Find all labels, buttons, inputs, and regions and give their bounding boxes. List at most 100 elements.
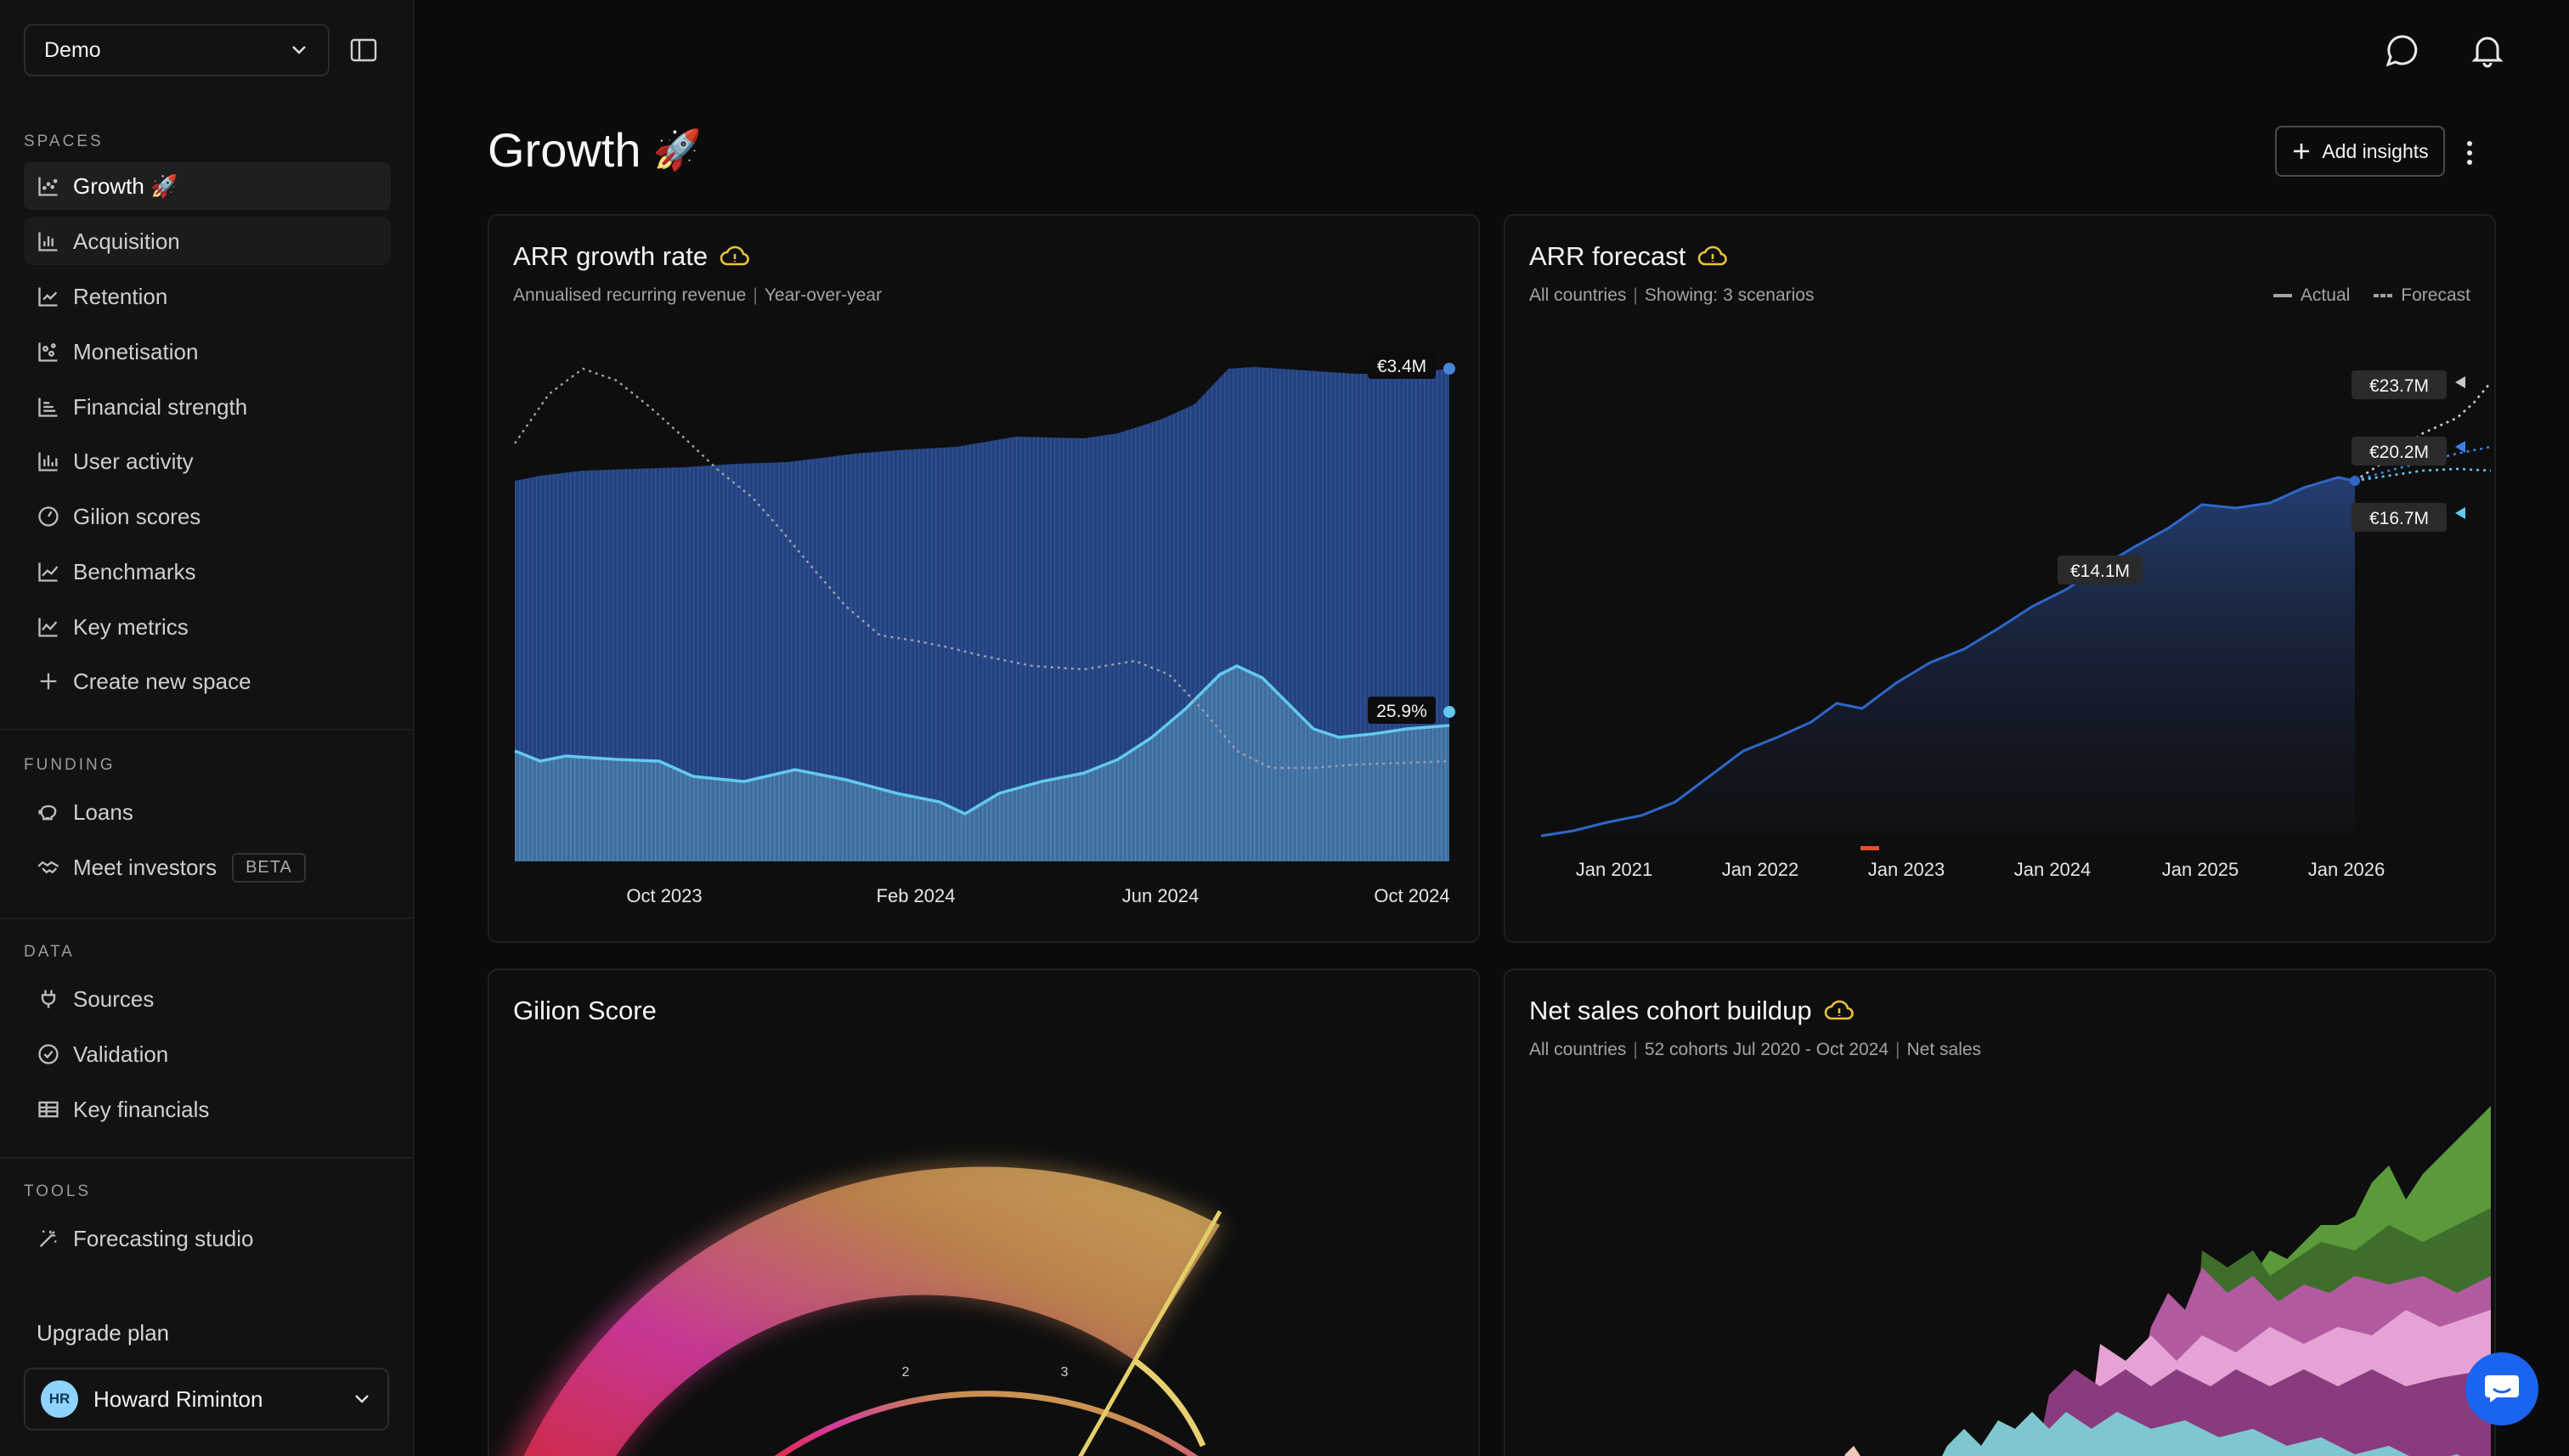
plus-icon [36,669,61,694]
line-chart-icon [36,614,61,640]
sidebar-item-label: Meet investors [73,854,217,880]
x-tick: Jan 2025 [2161,859,2239,880]
upgrade-plan-link[interactable]: Upgrade plan [37,1320,169,1346]
support-chat-button[interactable] [2465,1352,2538,1425]
sidebar-item-key-metrics[interactable]: Key metrics [24,603,391,651]
bell-icon[interactable] [2469,32,2506,70]
bar-value-label: €3.4M [1377,357,1426,376]
sidebar-item-label: Create new space [73,668,251,694]
sidebar-item-label: Growth 🚀 [73,172,178,199]
sidebar-item-label: Sources [73,985,155,1012]
page-title-text: Growth [488,123,641,177]
sidebar-item-benchmarks[interactable]: Benchmarks [24,548,391,595]
x-tick: Jan 2023 [1867,859,1945,880]
x-tick: Oct 2024 [1374,885,1449,906]
gauge-ring-tail [1132,1358,1206,1448]
bar-chart-icon [36,229,61,254]
sidebar-item-label: Retention [73,283,168,309]
line-value-label: 25.9% [1376,702,1427,721]
arr-growth-chart: €3.4M 25.9% Oct 2023 Feb 2024 Jun 2024 O… [514,352,1455,906]
tools-label: TOOLS [24,1182,92,1200]
arr-forecast-chart: €14.1M €23.7M €20.2M €16.7M [1540,370,2492,850]
divider [0,729,413,731]
scenario-marker [2455,441,2465,453]
actual-value-label: €14.1M [2070,562,2130,581]
funding-label: FUNDING [24,756,116,774]
trend-line-icon [36,284,61,309]
chat-icon[interactable] [2384,32,2421,70]
sidebar-item-label: Key financials [73,1096,210,1122]
scenario-marker [2455,507,2465,519]
x-tick: Jan 2022 [1721,859,1799,880]
divider [0,917,413,919]
workspace-select[interactable]: Demo [24,24,330,76]
handshake-icon [36,855,61,880]
sidebar-item-acquisition[interactable]: Acquisition [24,217,391,265]
create-space-button[interactable]: Create new space [24,657,391,705]
data-label: DATA [24,943,75,961]
avatar: HR [41,1380,78,1418]
cohort-card[interactable]: Net sales cohort buildup All countries | 5… [1504,968,2496,1456]
gauge-icon [36,504,61,529]
gilion-score-gauge: 2 3 [507,1165,1222,1456]
page-title: Growth 🚀 [488,122,702,178]
chat-bubble-icon [2485,1375,2519,1402]
scenario-label-mid: €20.2M [2369,443,2429,462]
sidebar-item-label: Acquisition [73,228,180,254]
bar-end-dot [1443,363,1455,375]
sidebar-item-gilion-scores[interactable]: Gilion scores [24,493,391,540]
sidebar-item-loans[interactable]: Loans [24,788,391,836]
add-insights-label: Add insights [2322,139,2429,162]
divider [0,1157,413,1159]
x-tick: Jan 2026 [2307,859,2386,880]
chevron-down-icon [355,1395,369,1403]
sidebar: Demo SPACES Growth 🚀 Acquisition Retenti… [0,0,415,1456]
sidebar-item-validation[interactable]: Validation [24,1030,391,1078]
cohort-layer [1844,1446,1860,1456]
sidebar-item-growth[interactable]: Growth 🚀 [24,162,391,210]
gilion-score-card[interactable]: Gilion Score 2 3 [488,968,1480,1456]
sidebar-item-meet-investors[interactable]: Meet investors BETA [24,844,391,891]
sidebar-item-label: Gilion scores [73,503,201,529]
sidebar-toggle-icon[interactable] [350,37,377,63]
scenario-label-high: €23.7M [2369,376,2429,396]
sidebar-item-label: Benchmarks [73,558,196,584]
chevron-down-icon [292,46,306,54]
sidebar-item-user-activity[interactable]: User activity [24,437,391,485]
rocket-icon: 🚀 [652,127,702,172]
sidebar-item-financial-strength[interactable]: Financial strength [24,383,391,431]
sidebar-item-retention[interactable]: Retention [24,273,391,320]
check-circle-icon [36,1041,61,1067]
scatter-chart-icon [36,173,61,199]
x-tick: Jan 2024 [2013,859,2092,880]
x-axis-ticks: Jan 2021 Jan 2022 Jan 2023 Jan 2024 Jan … [1505,858,2494,909]
arr-growth-card[interactable]: ARR growth rate Annualised recurring rev… [488,214,1480,943]
gauge-ring [774,1391,1199,1456]
user-menu[interactable]: HR Howard Riminton [24,1368,389,1431]
sidebar-item-key-financials[interactable]: Key financials [24,1086,391,1133]
spaces-label: SPACES [24,133,104,150]
line-chart-icon [36,559,61,584]
user-name: Howard Riminton [93,1385,263,1412]
stack-chart-icon [36,394,61,420]
gauge-tick: 2 [902,1365,910,1380]
sidebar-item-sources[interactable]: Sources [24,975,391,1023]
workspace-name: Demo [44,37,101,62]
scenario-label-low: €16.7M [2369,509,2429,528]
sidebar-item-label: Forecasting studio [73,1225,254,1251]
more-options-icon[interactable] [2459,136,2480,170]
sidebar-item-label: Loans [73,799,133,825]
x-tick: Jun 2024 [1122,885,1200,906]
sidebar-item-monetisation[interactable]: Monetisation [24,328,391,375]
sidebar-item-label: Validation [73,1041,169,1067]
x-tick: Jan 2021 [1575,859,1653,880]
arr-forecast-card[interactable]: ARR forecast All countries | Showing: 3 sc… [1504,214,2496,943]
dots-chart-icon [36,339,61,364]
add-insights-button[interactable]: Add insights [2275,126,2445,177]
piggy-bank-icon [36,799,61,825]
gauge-tick: 3 [1061,1365,1069,1380]
sidebar-item-label: Financial strength [73,393,248,420]
sidebar-item-label: Key metrics [73,613,189,640]
sidebar-item-forecasting-studio[interactable]: Forecasting studio [24,1215,391,1262]
beta-badge: BETA [232,852,306,883]
